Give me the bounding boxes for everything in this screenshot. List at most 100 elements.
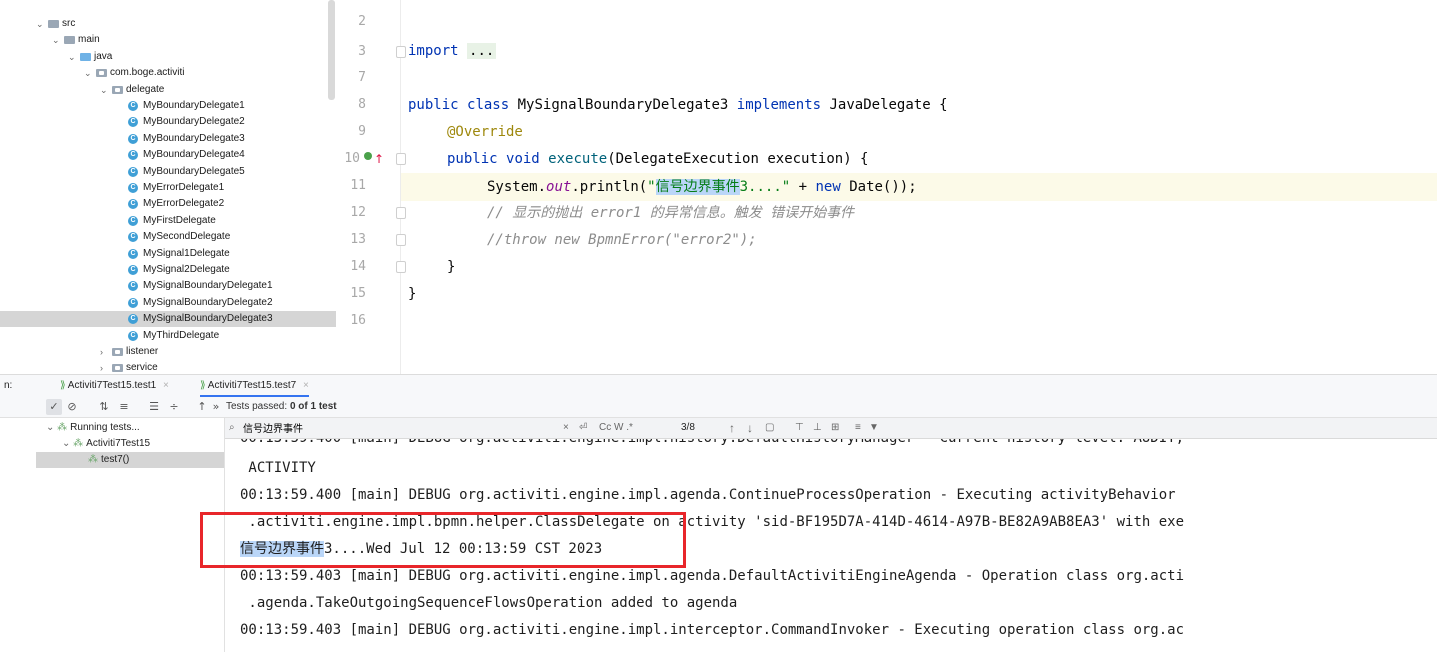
prev-match-icon[interactable]: ↑ [729, 418, 735, 438]
overrides-arrow-icon[interactable]: ↑ [374, 149, 384, 169]
code-line-annotation[interactable]: @Override [447, 119, 523, 145]
tab-run-test7[interactable]: ⟫ Activiti7Test15.test7 × [200, 375, 309, 397]
tree-item-label: listener [126, 346, 159, 357]
code-line-import[interactable]: import ... [408, 38, 497, 64]
test-node-class[interactable]: ⌄ ⁂ Activiti7Test15 [62, 436, 150, 452]
tree-item[interactable]: C MySignalBoundaryDelegate2 [0, 295, 336, 311]
collapse-all-icon[interactable]: ÷ [166, 399, 182, 415]
tree-item-label: MyErrorDelegate2 [143, 198, 225, 210]
line-number: 15 [350, 286, 366, 301]
tab-run-test1[interactable]: ⟫ Activiti7Test15.test1 × [60, 375, 169, 397]
tree-item-label: MyErrorDelegate1 [143, 182, 225, 193]
tree-item-label: MySignalBoundaryDelegate2 [143, 296, 273, 308]
keyword: void [506, 151, 540, 167]
code-line-brace[interactable]: } [447, 254, 455, 280]
code-text: System. [487, 179, 547, 195]
tree-item[interactable]: C MySignal2Delegate [0, 262, 336, 278]
line-number: 8 [358, 97, 366, 112]
select-all-icon[interactable]: ▢ [765, 418, 774, 438]
sort-duration-icon[interactable]: ≡ [116, 399, 132, 415]
fold-toggle-icon[interactable] [396, 234, 406, 246]
tree-item[interactable]: C MySignal1Delegate [0, 246, 336, 262]
tree-item-label: MyBoundaryDelegate3 [143, 132, 245, 144]
chevron-down-icon[interactable]: ⌄ [36, 16, 44, 32]
fold-toggle-icon[interactable] [396, 261, 406, 273]
tree-item[interactable]: ⌄ src [0, 16, 336, 32]
tree-item[interactable]: C MyErrorDelegate1 [0, 180, 336, 196]
code-line-comment[interactable]: //throw new BpmnError("error2"); [487, 227, 757, 253]
line-number: 3 [358, 44, 366, 59]
search-input[interactable] [243, 420, 543, 434]
tree-item[interactable]: C MyBoundaryDelegate3 [0, 131, 336, 147]
tree-item[interactable]: › listener [0, 344, 336, 360]
tree-item[interactable]: C MyBoundaryDelegate5 [0, 164, 336, 180]
tree-item-label: java [94, 50, 113, 62]
show-ignored-icon[interactable]: ⊘ [64, 399, 80, 415]
code-line-method-decl[interactable]: public void execute(DelegateExecution ex… [447, 146, 868, 172]
chevron-down-icon[interactable]: ⌄ [84, 65, 92, 81]
test-node-label: test7() [101, 454, 130, 465]
fold-toggle-icon[interactable] [396, 207, 406, 219]
add-selection-icon[interactable]: ⊤ [795, 418, 804, 438]
implement-marker-icon[interactable] [364, 152, 372, 160]
fold-toggle-icon[interactable] [396, 46, 406, 58]
next-match-icon[interactable]: ↓ [747, 418, 753, 438]
clear-search-icon[interactable]: × [563, 418, 569, 438]
tree-item[interactable]: C MyThirdDelegate [0, 328, 336, 344]
tree-item[interactable]: C MySignalBoundaryDelegate3 [0, 311, 336, 328]
tree-item[interactable]: ⌄ main [0, 32, 336, 48]
code-text: Date()); [840, 179, 917, 195]
close-icon[interactable]: × [303, 380, 309, 391]
remove-selection-icon[interactable]: ⊥ [813, 418, 822, 438]
chevron-down-icon[interactable]: ⌄ [68, 49, 76, 65]
search-icon: ⌕ [229, 422, 235, 433]
tree-item-label: MyBoundaryDelegate2 [143, 116, 245, 128]
chevron-down-icon[interactable]: ⌄ [52, 32, 60, 48]
new-line-icon[interactable]: ⏎ [579, 418, 587, 438]
console-line: ACTIVITY [240, 460, 316, 476]
keyword: public [408, 97, 459, 113]
keyword: new [815, 179, 841, 195]
tree-item[interactable]: C MyBoundaryDelegate4 [0, 147, 336, 163]
show-passed-icon[interactable]: ✓ [46, 399, 62, 415]
line-number: 16 [350, 313, 366, 328]
test-node-root[interactable]: ⌄ ⁂ Running tests... [46, 420, 140, 436]
class-icon: C [128, 101, 138, 111]
chevron-down-icon[interactable]: ⌄ [100, 82, 108, 98]
tree-item[interactable]: C MySecondDelegate [0, 229, 336, 245]
chevron-right-icon[interactable]: › [100, 360, 103, 374]
filter-icon[interactable]: ▼ [869, 418, 879, 438]
sort-alpha-icon[interactable]: ⇅ [96, 399, 112, 415]
folded-imports[interactable]: ... [467, 43, 497, 59]
code-line-comment[interactable]: // 显示的抛出 error1 的异常信息。触发 错误开始事件 [487, 200, 854, 226]
tree-item[interactable]: ⌄ com.boge.activiti [0, 65, 336, 81]
keyword: class [467, 97, 510, 113]
tree-item[interactable]: C MyErrorDelegate2 [0, 196, 336, 212]
align-icon[interactable]: ≡ [855, 418, 861, 438]
tree-item-label: com.boge.activiti [110, 67, 185, 79]
code-line-println[interactable]: System.out.println("信号边界事件3...." + new D… [487, 174, 917, 200]
chevron-right-icon[interactable]: › [100, 344, 103, 360]
code-text: + [790, 179, 816, 195]
code-text: (DelegateExecution execution) { [607, 151, 869, 167]
tree-item[interactable]: › service [0, 360, 336, 374]
fold-toggle-icon[interactable] [396, 153, 406, 165]
tree-item[interactable]: ⌄ java [0, 49, 336, 65]
class-icon: C [128, 183, 138, 193]
tree-item[interactable]: C MyFirstDelegate [0, 213, 336, 229]
tree-item[interactable]: ⌄ delegate [0, 82, 336, 98]
close-icon[interactable]: × [163, 380, 169, 391]
tree-item[interactable]: C MyBoundaryDelegate1 [0, 98, 336, 114]
expand-all-icon[interactable]: ☰ [146, 399, 162, 415]
match-count: 3/8 [681, 422, 695, 433]
code-line-brace[interactable]: } [408, 281, 416, 307]
tree-item[interactable]: C MySignalBoundaryDelegate1 [0, 278, 336, 294]
more-icon[interactable]: » [208, 399, 224, 415]
search-options[interactable]: Cc W .* [599, 418, 633, 438]
class-icon: C [128, 248, 138, 259]
tree-item[interactable]: C MyBoundaryDelegate2 [0, 114, 336, 130]
tree-item-label: main [78, 34, 100, 46]
code-line-class-decl[interactable]: public class MySignalBoundaryDelegate3 i… [408, 92, 948, 118]
test-node-method[interactable]: ⁂ test7() [36, 452, 224, 468]
select-all-occurrences-icon[interactable]: ⊞ [831, 418, 839, 438]
